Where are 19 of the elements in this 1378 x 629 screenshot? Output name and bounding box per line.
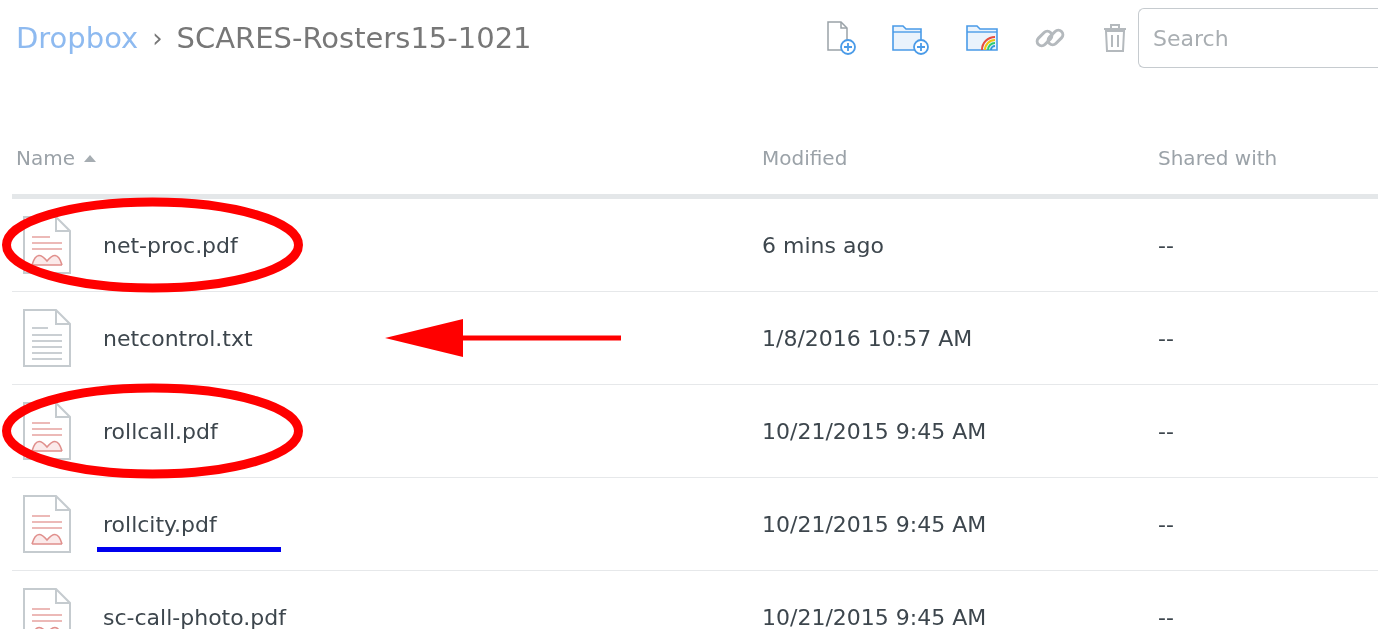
shared-with: -- <box>1158 604 1174 629</box>
search-field[interactable]: Search <box>1138 8 1378 68</box>
modified-date: 10/21/2015 9:45 AM <box>762 511 987 537</box>
breadcrumb-separator: › <box>152 23 163 53</box>
modified-date: 6 mins ago <box>762 232 884 258</box>
file-name[interactable]: rollcall.pdf <box>103 418 218 444</box>
modified-date: 1/8/2016 10:57 AM <box>762 325 973 351</box>
modified-date: 10/21/2015 9:45 AM <box>762 418 987 444</box>
folder-title: SCARES-Rosters15-1021 <box>176 21 532 55</box>
file-name[interactable]: sc-call-photo.pdf <box>103 604 286 629</box>
shared-with: -- <box>1158 418 1174 444</box>
shared-with: -- <box>1158 232 1174 258</box>
sort-ascending-icon <box>83 153 97 163</box>
file-name[interactable]: rollcity.pdf <box>103 511 217 537</box>
shared-with: -- <box>1158 325 1174 351</box>
file-name[interactable]: net-proc.pdf <box>103 232 238 258</box>
file-name[interactable]: netcontrol.txt <box>103 325 253 351</box>
modified-date: 10/21/2015 9:45 AM <box>762 604 987 629</box>
shared-with: -- <box>1158 511 1174 537</box>
